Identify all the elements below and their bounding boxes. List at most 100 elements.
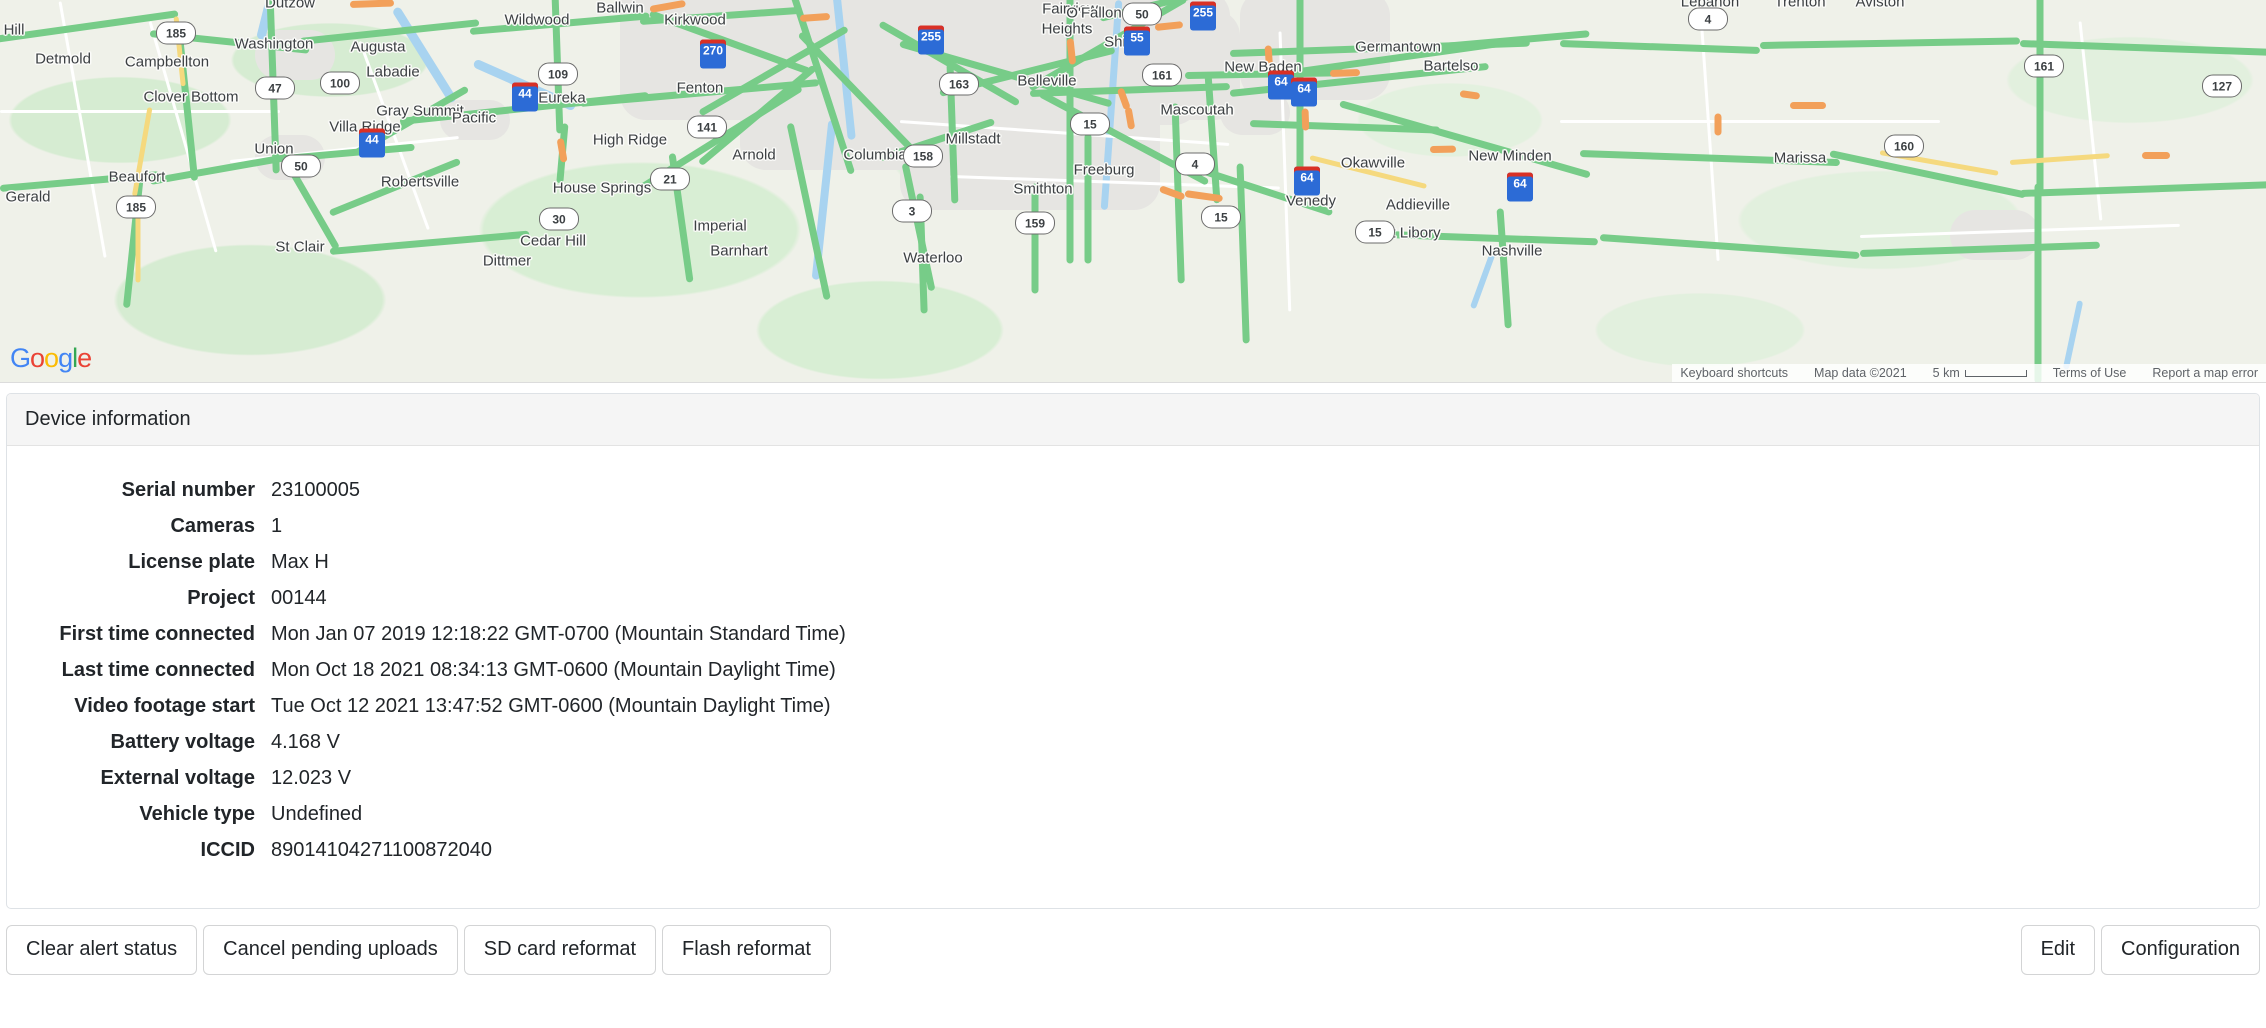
keyboard-shortcuts-link[interactable]: Keyboard shortcuts	[1680, 366, 1788, 380]
local-road	[1560, 120, 1940, 123]
device-information-card: Device information Serial number 23100005…	[6, 393, 2260, 909]
route-shield-icon: 158	[903, 144, 943, 168]
route-shield-icon: 160	[1884, 134, 1924, 158]
sd-card-reformat-button[interactable]: SD card reformat	[463, 925, 657, 975]
device-info-value: 4.168 V	[271, 730, 340, 753]
highway	[2036, 0, 2044, 194]
device-info-row: Vehicle type Undefined	[7, 796, 847, 832]
traffic-congestion	[1264, 45, 1273, 66]
device-info-value: 12.023 V	[271, 766, 352, 789]
logo-letter: o	[44, 343, 59, 373]
secondary-actions: Edit Configuration	[2020, 925, 2260, 975]
traffic-congestion	[1301, 108, 1310, 131]
flash-reformat-button[interactable]: Flash reformat	[662, 925, 831, 975]
interstate-shield-icon: 55	[1124, 26, 1150, 56]
device-info-value: Undefined	[271, 802, 363, 825]
route-shield-icon: 185	[156, 21, 196, 45]
edit-button[interactable]: Edit	[2020, 925, 2096, 975]
interstate-shield-icon: 64	[1294, 166, 1320, 196]
logo-letter: G	[10, 343, 31, 373]
report-map-error-link[interactable]: Report a map error	[2152, 366, 2258, 380]
device-info-label: Project	[187, 586, 255, 609]
device-info-value: Mon Jan 07 2019 12:18:22 GMT-0700 (Mount…	[271, 622, 846, 645]
route-shield-icon: 15	[1201, 205, 1241, 229]
traffic-congestion	[1714, 113, 1722, 136]
route-shield-icon: 100	[320, 71, 360, 95]
device-info-label: Serial number	[121, 478, 255, 501]
highway	[2034, 183, 2042, 382]
device-info-row: First time connected Mon Jan 07 2019 12:1…	[7, 616, 847, 652]
route-shield-icon: 127	[2202, 74, 2242, 98]
interstate-shield-icon: 270	[700, 39, 726, 69]
card-body: Serial number 23100005 Cameras 1 License pla…	[7, 446, 2259, 908]
traffic-congestion	[1329, 68, 1361, 77]
device-info-row: External voltage 12.023 V	[7, 760, 847, 796]
interstate-shield-icon: 255	[1190, 1, 1216, 31]
route-shield-icon: 161	[1142, 63, 1182, 87]
device-info-row: Serial number 23100005	[7, 472, 847, 508]
device-info-row: Video footage start Tue Oct 12 2021 13:47…	[7, 688, 847, 724]
interstate-shield-icon: 64	[1507, 172, 1533, 202]
device-info-row: Project 00144	[7, 580, 847, 616]
route-shield-icon: 50	[281, 154, 321, 178]
route-shield-icon: 15	[1070, 112, 1110, 136]
route-shield-icon: 4	[1688, 7, 1728, 31]
configuration-button[interactable]: Configuration	[2101, 925, 2260, 975]
interstate-shield-icon: 64	[1291, 77, 1317, 107]
google-logo: Google	[10, 343, 92, 373]
device-info-value: 23100005	[271, 478, 360, 501]
device-info-table: Serial number 23100005 Cameras 1 License pla…	[7, 472, 847, 868]
route-shield-icon: 50	[1122, 2, 1162, 26]
device-info-label: Video footage start	[74, 694, 255, 717]
map-attribution-bar: Keyboard shortcuts Map data ©2021 5 km T…	[1672, 364, 2266, 382]
logo-letter: e	[77, 343, 92, 373]
traffic-congestion	[1429, 145, 1457, 153]
device-info-label: External voltage	[100, 766, 255, 789]
clear-alert-status-button[interactable]: Clear alert status	[6, 925, 198, 975]
device-info-row: Battery voltage 4.168 V	[7, 724, 847, 760]
device-info-label: Battery voltage	[110, 730, 256, 753]
cancel-pending-uploads-button[interactable]: Cancel pending uploads	[203, 925, 458, 975]
device-info-value: Mon Oct 18 2021 08:34:13 GMT-0600 (Mount…	[271, 658, 836, 681]
traffic-congestion	[1790, 102, 1826, 109]
logo-letter: o	[30, 343, 45, 373]
route-shield-icon: 163	[939, 72, 979, 96]
device-info-value: 89014104271100872040	[271, 838, 492, 861]
primary-actions: Clear alert status Cancel pending uploads…	[6, 925, 831, 975]
route-shield-icon: 161	[2024, 54, 2064, 78]
route-shield-icon: 185	[116, 195, 156, 219]
device-info-label: License plate	[128, 550, 255, 573]
route-shield-icon: 141	[687, 115, 727, 139]
route-shield-icon: 15	[1355, 220, 1395, 244]
route-shield-icon: 109	[538, 62, 578, 86]
map-scale-bar	[1964, 369, 2027, 377]
device-info-row: Last time connected Mon Oct 18 2021 08:34…	[7, 652, 847, 688]
route-shield-icon: 21	[650, 167, 690, 191]
interstate-shield-icon: 44	[512, 82, 538, 112]
card-title: Device information	[25, 408, 191, 430]
logo-letter: g	[58, 343, 73, 373]
local-road	[0, 110, 280, 113]
device-info-row: Cameras 1	[7, 508, 847, 544]
device-info-label: Vehicle type	[139, 802, 255, 825]
traffic-congestion	[2142, 152, 2170, 159]
device-info-row: ICCID 89014104271100872040	[7, 832, 847, 868]
map-data-copyright: Map data ©2021	[1814, 366, 1907, 380]
urban-area	[440, 100, 510, 140]
device-info-value: Tue Oct 12 2021 13:47:52 GMT-0600 (Mount…	[271, 694, 831, 717]
device-info-value: Max H	[271, 550, 329, 573]
interstate-shield-icon: 255	[918, 25, 944, 55]
device-info-value: 1	[271, 514, 283, 537]
device-info-label: Last time connected	[61, 658, 255, 681]
route-shield-icon: 47	[255, 76, 295, 100]
route-shield-icon: 159	[1015, 211, 1055, 235]
device-info-label: First time connected	[59, 622, 255, 645]
terms-of-use-link[interactable]: Terms of Use	[2053, 366, 2127, 380]
device-info-label: Cameras	[170, 514, 255, 537]
route-shield-icon: 4	[1175, 152, 1215, 176]
device-info-label: ICCID	[200, 838, 255, 861]
map-viewport[interactable]: Hill Detmold Campbellton Washington Dutzow Au…	[0, 0, 2266, 383]
route-shield-icon: 30	[539, 207, 579, 231]
card-header: Device information	[7, 394, 2259, 446]
map-scale-label: 5 km	[1932, 366, 1960, 380]
